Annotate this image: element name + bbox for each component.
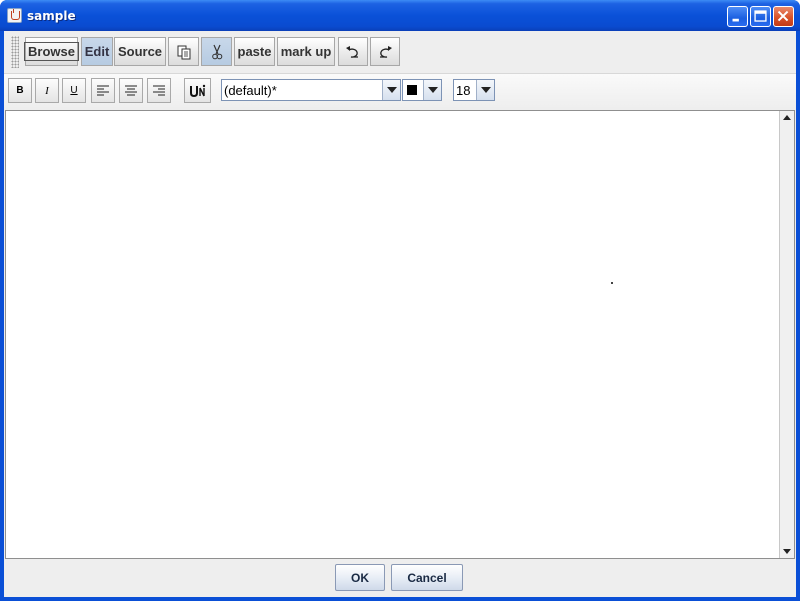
browse-button[interactable]: Browse (24, 37, 79, 66)
minimize-button[interactable] (727, 6, 748, 27)
edit-button[interactable]: Edit (81, 37, 113, 66)
close-icon (777, 10, 789, 22)
chevron-down-icon[interactable] (476, 80, 494, 100)
copy-icon (177, 45, 190, 59)
chevron-down-icon[interactable] (423, 80, 441, 100)
cancel-button[interactable]: Cancel (391, 564, 463, 591)
redo-button[interactable] (370, 37, 400, 66)
align-left-button[interactable] (91, 78, 115, 103)
unicode-icon (189, 84, 205, 97)
color-select[interactable] (402, 79, 442, 101)
vertical-scrollbar[interactable] (779, 111, 794, 558)
redo-icon (380, 45, 392, 58)
italic-button[interactable]: I (35, 78, 59, 103)
font-family-value: (default)* (224, 83, 277, 98)
markup-label: mark up (280, 44, 332, 59)
toolbar-grip-handle[interactable] (11, 36, 19, 68)
cut-button[interactable] (201, 37, 232, 66)
align-left-icon (97, 85, 109, 95)
bold-button[interactable]: B (8, 78, 32, 103)
close-button[interactable] (773, 6, 794, 27)
undo-icon (346, 45, 358, 58)
font-size-value: 18 (456, 83, 471, 98)
source-button[interactable]: Source (114, 37, 166, 66)
align-center-icon (125, 85, 137, 95)
underline-label: U (70, 85, 78, 96)
source-label: Source (117, 44, 163, 59)
minimize-icon (732, 18, 739, 22)
color-swatch (407, 85, 417, 95)
scroll-up-icon[interactable] (780, 111, 794, 125)
paste-label: paste (237, 44, 272, 59)
align-right-icon (153, 85, 165, 95)
ok-label: OK (351, 570, 369, 585)
format-toolbar: B I U (default)* 18 (4, 74, 796, 109)
font-family-select[interactable]: (default)* (221, 79, 401, 101)
italic-label: I (45, 84, 49, 97)
maximize-icon (754, 10, 767, 22)
title-bar[interactable]: sample (0, 0, 800, 31)
dialog-button-bar: OK Cancel (4, 560, 796, 597)
browse-label: Browse (24, 42, 79, 61)
cut-icon (211, 44, 222, 59)
font-size-select[interactable]: 18 (453, 79, 495, 101)
ok-button[interactable]: OK (335, 564, 385, 591)
main-toolbar: Browse Edit Source paste mark up (4, 31, 796, 73)
bold-label: B (16, 85, 24, 96)
copy-button[interactable] (168, 37, 199, 66)
markup-button[interactable]: mark up (277, 37, 335, 66)
java-app-icon (7, 8, 22, 23)
dialog-content: Browse Edit Source paste mark up B I U (… (4, 31, 796, 597)
app-window: sample Browse Edit Source paste mark up … (0, 0, 800, 601)
maximize-button[interactable] (750, 6, 771, 27)
text-caret (611, 282, 613, 284)
underline-button[interactable]: U (62, 78, 86, 103)
unicode-button[interactable] (184, 78, 211, 103)
chevron-down-icon[interactable] (382, 80, 400, 100)
paste-button[interactable]: paste (234, 37, 275, 66)
edit-label: Edit (84, 44, 110, 59)
align-right-button[interactable] (147, 78, 171, 103)
scroll-down-icon[interactable] (780, 544, 794, 558)
align-center-button[interactable] (119, 78, 143, 103)
window-title: sample (27, 9, 76, 23)
undo-button[interactable] (338, 37, 368, 66)
editor-area[interactable] (5, 110, 795, 559)
cancel-label: Cancel (407, 570, 447, 585)
